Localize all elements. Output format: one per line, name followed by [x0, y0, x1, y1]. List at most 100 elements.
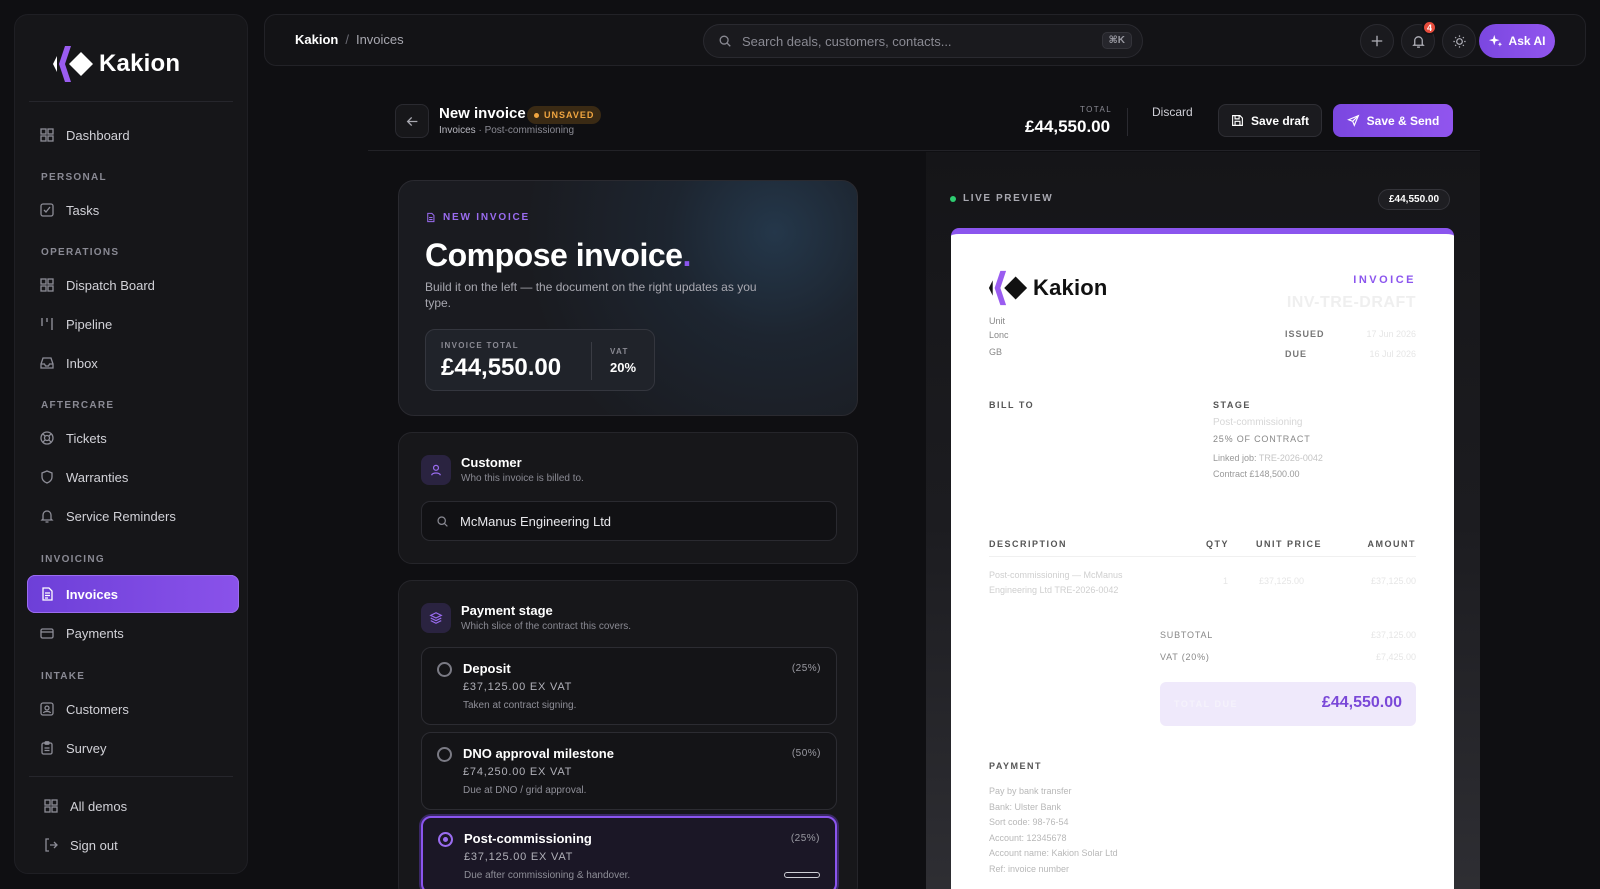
add-button[interactable] — [1360, 24, 1394, 58]
layers-icon — [421, 603, 451, 633]
radio-dno-approval[interactable] — [437, 747, 452, 762]
sidebar-item-label: Tasks — [66, 202, 100, 218]
sidebar-item-dispatch-board[interactable]: Dispatch Board — [27, 266, 239, 304]
stage-amount: £37,125.00 EX VAT — [463, 681, 573, 693]
doc-contract-value: Contract £148,500.00 — [1213, 469, 1300, 479]
radio-post-commissioning[interactable] — [438, 832, 453, 847]
stage-percent: (25%) — [790, 833, 820, 844]
doc-address-line: GB — [989, 347, 1003, 357]
sidebar-item-label: Pipeline — [66, 316, 113, 332]
topbar: Kakion / Invoices ⌘K 4 Ask AI — [264, 14, 1586, 66]
payment-stage-subtitle: Which slice of the contract this covers. — [461, 621, 632, 632]
section-invoicing: INVOICING — [41, 554, 105, 565]
customer-input[interactable] — [460, 513, 836, 529]
doc-total-due-value: £44,550.00 — [1321, 694, 1402, 711]
sidebar-item-warranties[interactable]: Warranties — [27, 458, 239, 496]
search-shortcut: ⌘K — [1101, 32, 1132, 49]
sidebar-item-tickets[interactable]: Tickets — [27, 419, 239, 457]
shield-icon — [39, 469, 55, 485]
back-button[interactable] — [395, 104, 429, 138]
doc-total-due-box: TOTAL DUE £44,550.00 — [1160, 682, 1416, 726]
section-aftercare: AFTERCARE — [41, 400, 115, 411]
brand-name: Kakion — [99, 50, 181, 77]
sidebar-item-dashboard[interactable]: Dashboard — [27, 116, 239, 154]
kakion-logo-icon — [988, 270, 1028, 306]
doc-stage-percent: 25% OF CONTRACT — [1213, 434, 1311, 444]
search-icon — [436, 515, 449, 528]
document-icon — [39, 586, 55, 602]
sidebar-item-survey[interactable]: Survey — [27, 729, 239, 767]
search-input[interactable] — [742, 33, 1142, 49]
stage-amount: £37,125.00 EX VAT — [464, 851, 574, 863]
doc-vat-label: VAT (20%) — [1160, 652, 1210, 662]
global-search[interactable]: ⌘K — [703, 24, 1143, 58]
sparkles-icon — [1488, 34, 1503, 48]
hero-title-text: Compose invoice — [425, 237, 683, 273]
logout-icon — [43, 837, 59, 853]
sidebar-item-pipeline[interactable]: Pipeline — [27, 305, 239, 343]
customer-panel: Customer Who this invoice is billed to. — [398, 432, 858, 564]
ask-ai-button[interactable]: Ask AI — [1479, 24, 1555, 58]
header-total-value: £44,550.00 — [1025, 117, 1111, 136]
invoice-total-value: £44,550.00 — [441, 354, 562, 381]
kakion-logo-icon — [53, 46, 93, 82]
table-row: Post-commissioning — McManus Engineering… — [989, 568, 1123, 598]
sidebar-item-all-demos[interactable]: All demos — [27, 787, 239, 825]
doc-payment-line: Bank: Ulster Bank — [989, 801, 1062, 812]
sidebar-item-inbox[interactable]: Inbox — [27, 344, 239, 382]
sun-icon — [1452, 34, 1467, 49]
stage-option-post-commissioning[interactable]: Post-commissioning (25%) £37,125.00 EX V… — [421, 816, 837, 889]
save-draft-button[interactable]: Save draft — [1218, 104, 1322, 137]
arrow-left-icon — [406, 115, 419, 128]
breadcrumb-invoices[interactable]: Invoices — [439, 125, 476, 136]
section-intake: INTAKE — [41, 671, 86, 682]
doc-payment-line: Ref: invoice number — [989, 863, 1070, 874]
plus-icon — [1370, 34, 1384, 48]
compose-hero-card: NEW INVOICE Compose invoice. Build it on… — [398, 180, 858, 416]
discard-button[interactable]: Discard — [1152, 105, 1193, 119]
stage-option-deposit[interactable]: Deposit (25%) £37,125.00 EX VAT Taken at… — [421, 647, 837, 725]
header-divider — [1127, 108, 1128, 136]
doc-line-description: Post-commissioning — McManus — [989, 570, 1123, 580]
radio-deposit[interactable] — [437, 662, 452, 677]
vat-label: VAT — [610, 347, 629, 356]
brand-logo[interactable]: Kakion — [51, 39, 180, 89]
hero-title-dot: . — [682, 237, 691, 273]
send-icon — [1346, 114, 1360, 127]
hero-tag-text: NEW INVOICE — [443, 212, 531, 223]
sidebar-item-label: Warranties — [66, 469, 129, 485]
sidebar-item-sign-out[interactable]: Sign out — [27, 826, 239, 864]
doc-logo: Kakion — [987, 266, 1108, 310]
breadcrumb-current: Invoices — [355, 32, 404, 47]
doc-address-line: Lonc — [989, 330, 1009, 340]
stage-name: Post-commissioning — [464, 831, 592, 846]
theme-toggle-button[interactable] — [1442, 24, 1476, 58]
doc-col-qty: QTY — [1206, 539, 1230, 549]
customer-search-field[interactable] — [421, 501, 837, 541]
doc-issued-value: 17 Jun 2026 — [1366, 329, 1416, 339]
customer-subtitle: Who this invoice is billed to. — [461, 473, 584, 484]
search-icon — [718, 34, 732, 48]
user-icon — [421, 455, 451, 485]
sidebar-item-invoices[interactable]: Invoices — [27, 575, 239, 613]
live-preview-text: LIVE PREVIEW — [963, 193, 1054, 204]
sidebar-item-service-reminders[interactable]: Service Reminders — [27, 497, 239, 535]
breadcrumb-root[interactable]: Kakion — [295, 32, 338, 47]
doc-col-amount: AMOUNT — [1367, 539, 1416, 549]
section-personal: PERSONAL — [41, 172, 107, 183]
sidebar-item-customers[interactable]: Customers — [27, 690, 239, 728]
sidebar-divider — [29, 101, 233, 102]
contact-card-icon — [39, 701, 55, 717]
sidebar-item-tasks[interactable]: Tasks — [27, 191, 239, 229]
doc-line-unit-price: £37,125.00 — [1259, 576, 1305, 586]
sidebar-item-payments[interactable]: Payments — [27, 614, 239, 652]
notifications-button[interactable]: 4 — [1401, 20, 1437, 58]
doc-linked-job-link[interactable]: TRE-2026-0042 — [1259, 453, 1323, 463]
doc-invoice-number: INV-TRE-DRAFT — [1286, 294, 1416, 311]
preview-total-pill: £44,550.00 — [1378, 189, 1451, 210]
save-send-button[interactable]: Save & Send — [1333, 104, 1453, 137]
save-icon — [1231, 114, 1244, 127]
doc-address-line: Unit — [989, 316, 1006, 326]
stage-option-dno-approval[interactable]: DNO approval milestone (50%) £74,250.00 … — [421, 732, 837, 810]
hero-subtitle: Build it on the left — the document on t… — [425, 280, 757, 310]
